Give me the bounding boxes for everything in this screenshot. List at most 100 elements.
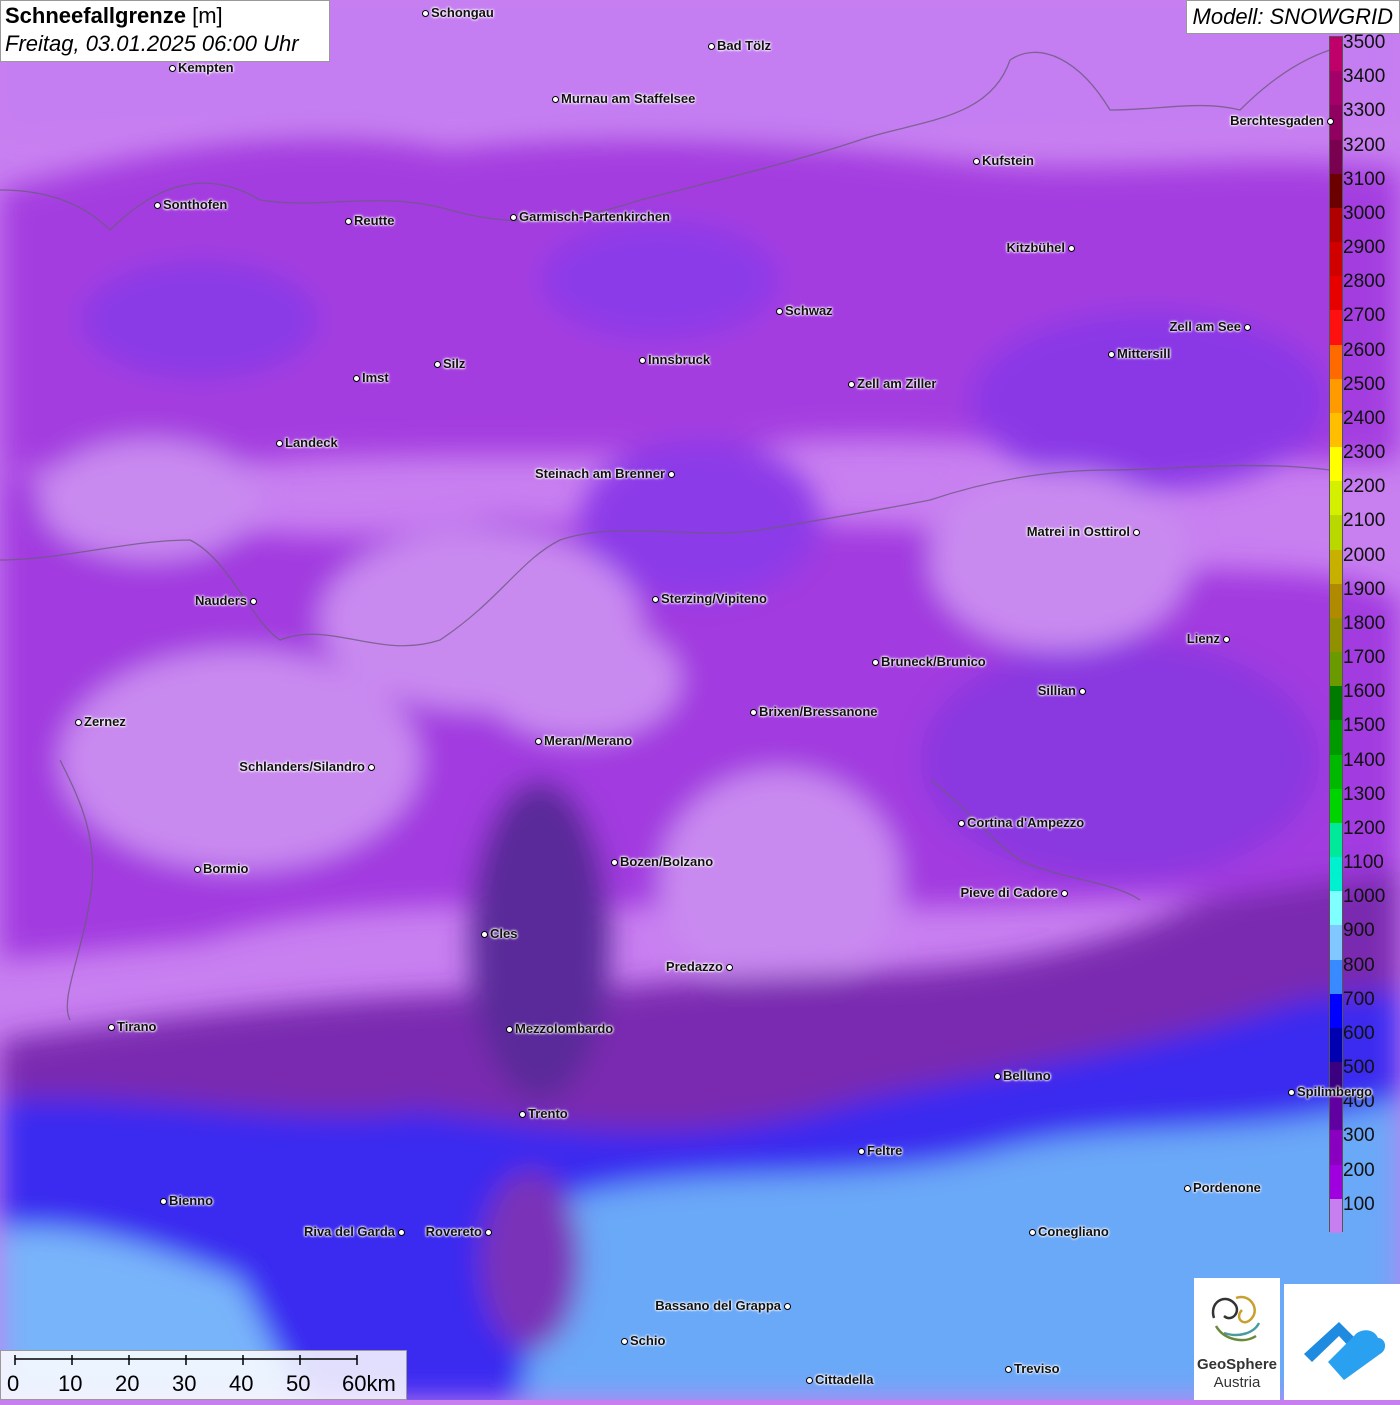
city-marker-icon [344,217,352,225]
city-marker-icon [518,1110,526,1118]
geosphere-logo-line1: GeoSphere [1196,1356,1278,1373]
city-label: Riva del Garda [303,1224,395,1239]
cloud-arrow-icon [1304,1322,1386,1380]
legend-label: 2400 [1343,407,1386,429]
city-marker-icon [620,1337,628,1345]
legend-label: 3300 [1343,100,1386,122]
legend-label: 3200 [1343,134,1386,156]
legend-label: 1800 [1343,612,1386,634]
legend-label: 600 [1343,1022,1375,1044]
legend-label: 2300 [1343,442,1386,464]
legend-label: 2000 [1343,544,1386,566]
city-label: Bruneck/Brunico [881,654,986,669]
city-marker-icon [249,597,257,605]
city-marker-icon [484,1228,492,1236]
legend-label: 3500 [1343,32,1386,53]
model-label: Modell: SNOWGRID [1185,0,1400,34]
city-label: Pieve di Cadore [960,885,1058,900]
legend-label: 1400 [1343,749,1386,771]
city-label: Rovereto [425,1224,482,1239]
legend-label: 100 [1343,1193,1375,1215]
legend-label: 1500 [1343,715,1386,737]
city-marker-icon [957,819,965,827]
city-marker-icon [610,858,618,866]
city-marker-icon [1326,117,1334,125]
city-marker-icon [972,157,980,165]
city-marker-icon [1107,350,1115,358]
map-title: Schneefallgrenze [m] [5,3,223,28]
city-marker-icon [433,360,441,368]
city-label: Steinach am Brenner [534,466,665,481]
city-label: Kitzbühel [1006,240,1066,255]
city-marker-icon [1222,635,1230,643]
city-marker-icon [707,42,715,50]
legend-label: 2100 [1343,510,1386,532]
city-marker-icon [1004,1365,1012,1373]
geosphere-logo-line2: Austria [1213,1374,1261,1391]
city-label: Trento [528,1106,568,1121]
city-marker-icon [1028,1228,1036,1236]
city-label: Treviso [1014,1361,1060,1376]
geosphere-swirl-icon [1211,1295,1261,1342]
city-marker-icon [275,439,283,447]
city-label: Schwaz [785,303,833,318]
city-label: Innsbruck [648,352,711,367]
city-label: Bienno [169,1193,214,1208]
legend-label: 700 [1343,988,1375,1010]
city-label: Sterzing/Vipiteno [661,591,767,606]
city-label: Schongau [431,5,494,20]
city-label: Pordenone [1193,1180,1261,1195]
legend-label: 800 [1343,954,1375,976]
city-label: Meran/Merano [544,733,633,748]
city-label: Lienz [1186,631,1220,646]
app-logo [1284,1284,1400,1400]
scale-tick-label: 60km [342,1371,396,1396]
city-marker-icon [1132,528,1140,536]
geosphere-logo: GeoSphere Austria [1194,1278,1280,1400]
legend-label: 500 [1343,1057,1375,1079]
city-marker-icon [1287,1088,1295,1096]
scale-tick-label: 20 [115,1371,140,1396]
legend-label: 900 [1343,920,1375,942]
city-marker-icon [651,595,659,603]
city-marker-icon [505,1025,513,1033]
legend-label: 1900 [1343,578,1386,600]
scale-tick-label: 30 [172,1371,197,1396]
legend-label: 1000 [1343,886,1386,908]
city-marker-icon [725,963,733,971]
city-label: Schlanders/Silandro [239,759,365,774]
legend-label: 3100 [1343,168,1386,190]
legend-label: 1600 [1343,681,1386,703]
legend-label: 1200 [1343,817,1386,839]
city-label: Schio [630,1333,666,1348]
city-label: Zell am Ziller [857,376,937,391]
city-marker-icon [74,718,82,726]
city-marker-icon [107,1023,115,1031]
city-label: Matrei in Osttirol [1026,524,1130,539]
city-marker-icon [421,9,429,17]
city-marker-icon [805,1376,813,1384]
city-marker-icon [667,470,675,478]
legend-label: 200 [1343,1159,1375,1181]
city-marker-icon [871,658,879,666]
city-label: Bormio [203,861,249,876]
city-marker-icon [1243,323,1251,331]
legend-label: 2700 [1343,305,1386,327]
city-label: Reutte [354,213,395,228]
city-label: Zernez [84,714,126,729]
city-label: Landeck [285,435,338,450]
city-label: Cles [490,926,518,941]
city-marker-icon [847,380,855,388]
city-label: Tirano [117,1019,157,1034]
city-marker-icon [1183,1184,1191,1192]
city-marker-icon [1060,889,1068,897]
city-label: Brixen/Bressanone [759,704,878,719]
city-marker-icon [993,1072,1001,1080]
city-label: Murnau am Staffelsee [561,91,696,106]
legend-label: 2600 [1343,339,1386,361]
scale-bar: 0 10 20 30 40 50 60km [0,1350,407,1400]
legend-label: 2500 [1343,373,1386,395]
city-marker-icon [480,930,488,938]
city-label: Conegliano [1038,1224,1109,1239]
scale-tick-label: 10 [58,1371,83,1396]
